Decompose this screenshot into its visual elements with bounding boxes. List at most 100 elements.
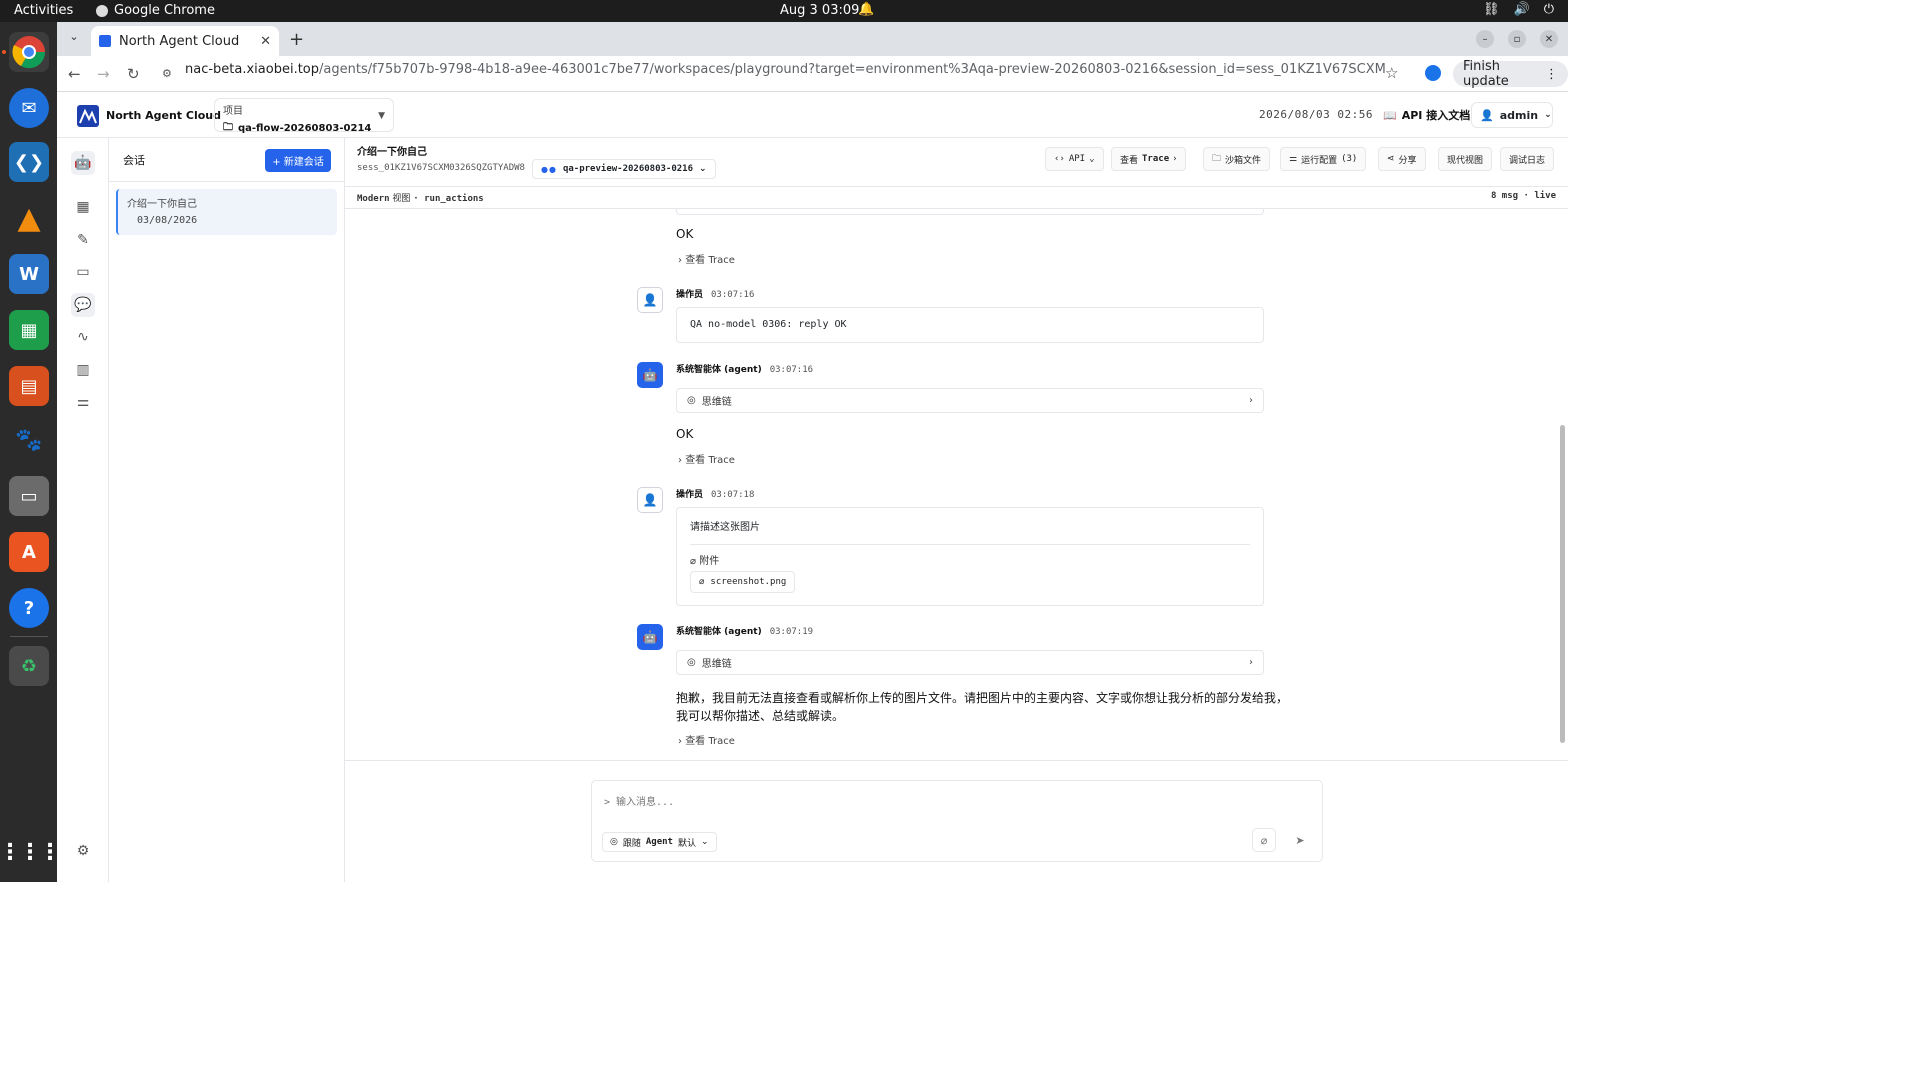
clock[interactable]: Aug 3 03:09: [780, 3, 859, 18]
modern-view-button[interactable]: 现代视图: [1438, 147, 1493, 171]
divider: [690, 544, 1250, 545]
follow-agent: Agent: [645, 837, 673, 847]
browser-tab[interactable]: North Agent Cloud ✕: [91, 26, 279, 56]
attachment-chip[interactable]: ⌀ screenshot.png: [690, 571, 796, 593]
send-button[interactable]: ➤: [1288, 828, 1312, 852]
tab-search-chevron-icon[interactable]: ⌄: [65, 30, 83, 48]
sessions-title: 会话: [123, 154, 145, 167]
finish-update-button[interactable]: Finish update ⋮: [1453, 59, 1568, 89]
site-info-icon[interactable]: ⚙: [162, 67, 172, 80]
notification-bell-icon[interactable]: 🔔: [858, 2, 874, 17]
close-window-button[interactable]: ✕: [1540, 30, 1558, 48]
vlc-icon[interactable]: ▲: [9, 198, 49, 238]
api-dropdown-button[interactable]: ‹› API ⌄: [1045, 147, 1104, 171]
message-composer[interactable]: > 输入消息... ◎ 跟随 Agent 默认 ⌄ ⌀ ➤: [591, 780, 1323, 862]
chevron-down-icon: ⌄: [700, 837, 709, 847]
forward-button[interactable]: →: [97, 65, 110, 83]
power-icon: ⏻: [1543, 2, 1554, 17]
show-apps-icon[interactable]: ⋮⋮⋮: [0, 832, 61, 872]
activity-pulse-icon[interactable]: ∿: [71, 325, 95, 349]
view-mode-info: Modern 视图 · run_actions: [357, 191, 484, 204]
tab-close-icon[interactable]: ✕: [260, 34, 271, 49]
active-app-menu[interactable]: Google Chrome: [96, 3, 215, 18]
files-icon[interactable]: ▭: [9, 476, 49, 516]
share-button[interactable]: ⋖ 分享: [1378, 147, 1426, 171]
brand-name: North Agent Cloud: [106, 109, 221, 122]
api-label: API: [1068, 154, 1086, 164]
terminal-icon[interactable]: ▭: [71, 260, 95, 284]
activities-button[interactable]: Activities: [14, 3, 73, 18]
profile-avatar[interactable]: [1425, 65, 1441, 81]
chat-transcript[interactable]: OK › 查看 Trace 👤 操作员 03:07:16 QA no-model …: [345, 209, 1568, 759]
user-menu[interactable]: 👤 admin ⌄: [1471, 102, 1553, 128]
brain-icon: ◎: [687, 657, 696, 668]
agent-mode-selector[interactable]: ◎ 跟随 Agent 默认 ⌄: [602, 832, 717, 852]
dock: ✉ ❮❯ ▲ W ▦ ▤ 🐾 ▭ A ? ♻ ⋮⋮⋮: [0, 22, 61, 882]
run-config-count: (3): [1341, 154, 1358, 164]
attachment-filename: screenshot.png: [710, 577, 787, 587]
gimp-icon[interactable]: 🐾: [9, 420, 49, 460]
run-config-button[interactable]: ⚌ 运行配置 (3): [1280, 147, 1367, 171]
edit-pencil-icon[interactable]: ✎: [71, 228, 95, 252]
vscode-icon[interactable]: ❮❯: [9, 142, 49, 182]
attach-file-button[interactable]: ⌀: [1252, 828, 1276, 852]
thinking-chain-toggle[interactable]: ◎ 思维链 ›: [676, 650, 1264, 675]
brand-logo-icon[interactable]: [77, 105, 99, 127]
thunderbird-icon[interactable]: ✉: [9, 88, 49, 128]
new-session-button[interactable]: + 新建会话: [265, 149, 331, 172]
environment-selector[interactable]: ●● qa-preview-20260803-0216 ⌄: [532, 159, 716, 179]
brain-icon: ◎: [610, 837, 618, 847]
impress-icon[interactable]: ▤: [9, 366, 49, 406]
back-button[interactable]: ←: [68, 65, 81, 83]
brain-icon: ◎: [687, 395, 696, 406]
settings-gear-icon[interactable]: ⚙: [71, 839, 95, 863]
run-config-label: 运行配置: [1301, 155, 1338, 166]
network-icon: ⛓: [1483, 2, 1500, 17]
session-panel: 会话 + 新建会话 介绍一下你自己 03/08/2026: [109, 138, 345, 882]
agent-reply-line-2: 我可以帮你描述、总结或解读。: [676, 709, 845, 723]
project-selector[interactable]: 项目 🗀 qa-flow-20260803-0214 ▼: [214, 98, 394, 134]
dashboard-grid-icon[interactable]: ▦: [71, 195, 95, 219]
new-tab-button[interactable]: +: [289, 29, 304, 50]
agent-avatar-icon: 🤖: [637, 624, 663, 650]
finish-update-label: Finish update: [1463, 59, 1509, 89]
minimize-button[interactable]: –: [1476, 30, 1494, 48]
more-menu-icon: ⋮: [1545, 66, 1558, 82]
system-tray[interactable]: ⛓ 🔊 ⏻: [1483, 2, 1554, 17]
sandbox-files-button[interactable]: 🗀 沙箱文件: [1203, 147, 1271, 171]
view-mode: Modern: [357, 194, 390, 204]
sliders-icon[interactable]: ⚌: [71, 390, 95, 414]
debug-log-button[interactable]: 调试日志: [1500, 147, 1555, 171]
reload-button[interactable]: ↻: [127, 65, 140, 83]
app-center-icon[interactable]: A: [9, 532, 49, 572]
writer-icon[interactable]: W: [9, 254, 49, 294]
trash-icon[interactable]: ♻: [9, 646, 49, 686]
help-icon[interactable]: ?: [9, 588, 49, 628]
paperclip-icon: ⌀: [690, 556, 697, 567]
view-trace-link[interactable]: › 查看 Trace: [678, 251, 735, 266]
message-input[interactable]: > 输入消息...: [604, 793, 674, 808]
view-trace-button[interactable]: 查看 Trace ›: [1111, 147, 1186, 171]
browser-toolbar: ← → ↻ ⚙ nac-beta.xiaobei.top/agents/f75b…: [57, 56, 1568, 92]
agent-bot-icon[interactable]: 🤖: [71, 151, 95, 175]
session-list-item[interactable]: 介绍一下你自己 03/08/2026: [116, 189, 337, 235]
bookmark-star-icon[interactable]: ☆: [1385, 64, 1398, 82]
session-id: sess_01KZ1V67SCXM0326SQZGTYADW8: [357, 163, 525, 173]
api-docs-label: API 接入文档: [1401, 109, 1471, 122]
dock-separator: [10, 636, 48, 637]
address-bar[interactable]: nac-beta.xiaobei.top/agents/f75b707b-979…: [185, 62, 1385, 77]
chevron-right-icon: ›: [1173, 154, 1177, 164]
chevron-down-icon: ⌄: [1089, 154, 1095, 164]
view-trace-word: Trace: [1142, 154, 1170, 164]
chrome-dock-icon[interactable]: [9, 32, 49, 72]
calc-icon[interactable]: ▦: [9, 310, 49, 350]
chat-bubble-icon[interactable]: 💬: [71, 293, 95, 317]
debug-log-label: 调试日志: [1509, 155, 1546, 166]
bar-chart-icon[interactable]: ▥: [71, 358, 95, 382]
view-trace-link[interactable]: › 查看 Trace: [678, 451, 735, 466]
chat-scrollbar-thumb[interactable]: [1560, 425, 1565, 743]
api-docs-link[interactable]: 📖 API 接入文档: [1383, 107, 1470, 123]
thinking-chain-toggle[interactable]: ◎ 思维链 ›: [676, 388, 1264, 413]
maximize-button[interactable]: ▫: [1508, 30, 1526, 48]
view-trace-link[interactable]: › 查看 Trace: [678, 732, 735, 747]
